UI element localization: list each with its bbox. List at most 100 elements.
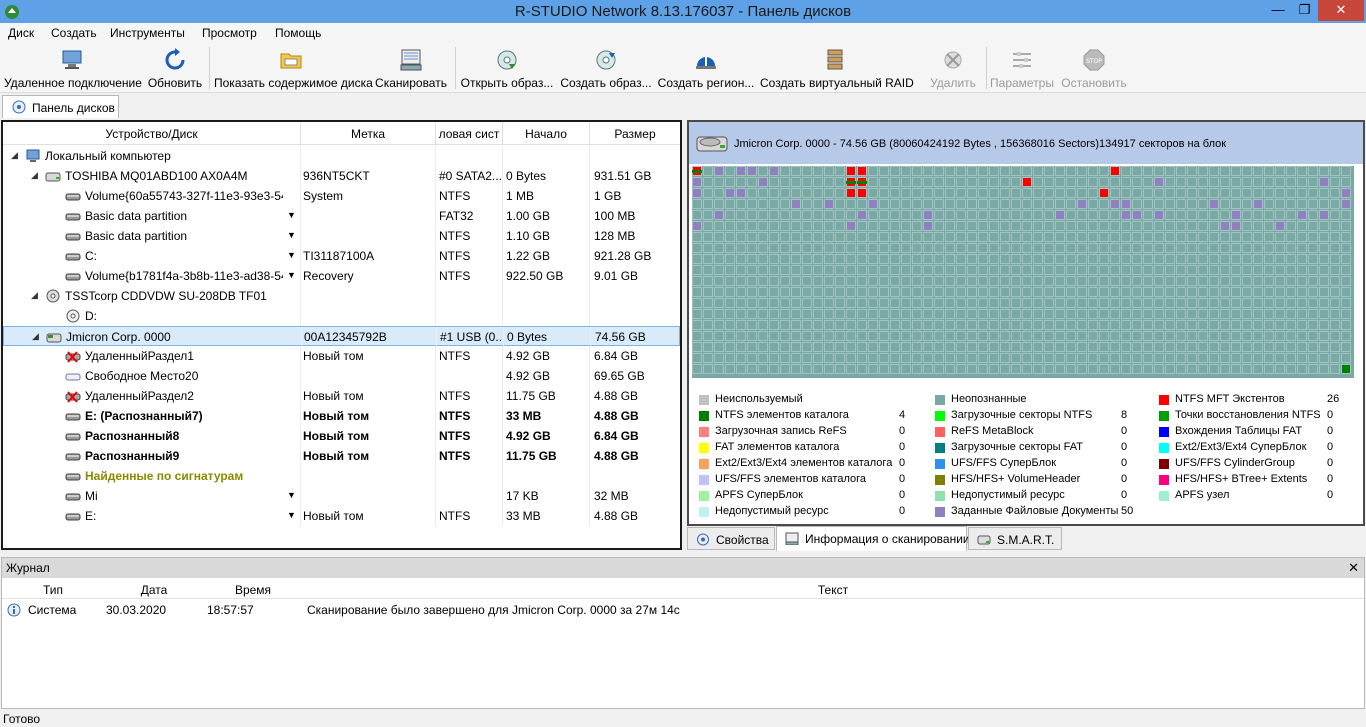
tab-disk-panel[interactable]: Панель дисков [2,95,119,118]
block-cell [912,353,922,363]
tab-properties[interactable]: Свойства [687,527,775,550]
refresh-button[interactable]: Обновить [144,43,206,93]
col-start[interactable]: Начало [503,127,589,141]
journal-col-type[interactable]: Тип [2,583,104,597]
collapse-arrow-icon[interactable]: ◢ [31,290,38,301]
tree-row[interactable]: Mi ▼ 17 KB 32 MB [3,486,680,506]
tree-row[interactable]: ◢ TSSTcorp CDDVDW SU-208DB TF01 [3,286,680,306]
tree-row[interactable]: Свободное Место20 4.92 GB 69.65 GB [3,366,680,386]
maximize-button[interactable]: ❐ [1291,0,1318,21]
dropdown-arrow-icon[interactable]: ▼ [287,490,296,500]
minimize-button[interactable]: — [1265,0,1291,21]
block-cell [1044,210,1054,220]
block-cell [769,320,779,330]
disk-block-map[interactable] [692,166,1354,378]
block-cell [846,353,856,363]
virtual-raid-button[interactable]: Создать виртуальный RAID [760,43,914,93]
disk-tree[interactable]: Устройство/Диск Метка ловая сист Начало … [1,120,682,550]
journal-col-text[interactable]: Текст [302,583,1364,597]
tree-row[interactable]: УдаленныйРаздел2 Новый том NTFS 11.75 GB 4.8… [3,386,680,406]
block-cell [703,199,713,209]
close-button[interactable]: ✕ [1318,0,1364,21]
menu-disk[interactable]: Диск [8,26,34,40]
col-label[interactable]: Метка [301,127,435,141]
dropdown-arrow-icon[interactable]: ▼ [287,250,296,260]
open-image-button[interactable]: Открыть образ... [460,43,554,93]
dropdown-arrow-icon[interactable]: ▼ [287,210,296,220]
legend-count: 8 [1121,409,1128,421]
tree-row[interactable]: УдаленныйРаздел1 Новый том NTFS 4.92 GB 6.84… [3,346,680,366]
tree-row[interactable]: ◢ TOSHIBA MQ01ABD100 AX0A4M 936NT5CKT #0 SA… [3,166,680,186]
menu-create[interactable]: Создать [51,26,97,40]
tree-row[interactable]: Basic data partition ▼ NTFS 1.10 GB 128 MB [3,226,680,246]
collapse-arrow-icon[interactable]: ◢ [11,150,18,161]
label-cell: Новый том [303,509,364,523]
remote-connect-button[interactable]: Удаленное подключение [4,43,142,93]
collapse-arrow-icon[interactable]: ◢ [32,331,39,342]
tree-row[interactable]: ◢ Локальный компьютер [3,146,680,166]
block-cell [1297,276,1307,286]
block-cell [758,210,768,220]
journal-col-date[interactable]: Дата [104,583,204,597]
tree-row[interactable]: Basic data partition ▼ FAT32 1.00 GB 100 MB [3,206,680,226]
block-cell [1308,320,1318,330]
tree-row[interactable]: E: ▼ Новый том NTFS 33 MB 4.88 GB [3,506,680,526]
block-cell [747,232,757,242]
legend-item: Неиспользуемый [699,392,919,408]
legend-item: HFS/HFS+ BTree+ Extents 0 [1159,472,1347,488]
block-cell [780,166,790,176]
create-image-button[interactable]: Создать образ... [558,43,654,93]
journal-row[interactable]: Система 30.03.2020 18:57:57 Сканирование… [2,600,1364,620]
block-cell [1143,188,1153,198]
tree-row[interactable]: Volume{b1781f4a-3b8b-11e3-ad38-54... ▼ Rec… [3,266,680,286]
block-cell [769,276,779,286]
col-divider [300,246,301,266]
block-cell [1264,243,1274,253]
tree-row[interactable]: ◢ Jmicron Corp. 0000 00A12345792B #1 USB (0… [3,326,680,347]
block-cell [857,243,867,253]
block-cell [725,298,735,308]
dropdown-arrow-icon[interactable]: ▼ [287,510,296,520]
stop-button[interactable]: STOP Остановить [1058,43,1130,93]
tab-scan-info[interactable]: Информация о сканировании [776,526,970,551]
block-cell [846,276,856,286]
create-region-button[interactable]: Создать регион... [656,43,756,93]
block-cell [1132,166,1142,176]
block-cell [1231,243,1241,253]
block-cell [868,199,878,209]
menu-tools[interactable]: Инструменты [110,26,185,40]
collapse-arrow-icon[interactable]: ◢ [31,170,38,181]
block-cell [912,166,922,176]
menu-view[interactable]: Просмотр [202,26,257,40]
block-cell [758,177,768,187]
block-cell [714,166,724,176]
block-cell [714,276,724,286]
tree-row[interactable]: Найденные по сигнатурам [3,466,680,486]
tree-row[interactable]: Распознанный9 Новый том NTFS 11.75 GB 4.88 G… [3,446,680,466]
tree-row[interactable]: E: (Распознанный7) Новый том NTFS 33 MB 4.88… [3,406,680,426]
block-cell [802,331,812,341]
menu-help[interactable]: Помощь [275,26,321,40]
tree-row[interactable]: Распознанный8 Новый том NTFS 4.92 GB 6.84 GB [3,426,680,446]
col-size[interactable]: Размер [590,127,680,141]
scan-button[interactable]: Сканировать [372,43,450,93]
delete-button[interactable]: Удалить [920,43,986,93]
col-device[interactable]: Устройство/Диск [3,127,300,141]
journal-close-icon[interactable]: ✕ [1348,560,1359,576]
dropdown-arrow-icon[interactable]: ▼ [287,270,296,280]
journal-col-time[interactable]: Время [204,583,302,597]
block-cell [1077,177,1087,187]
block-cell [1231,177,1241,187]
tree-row[interactable]: C: ▼ TI31187100A NTFS 1.22 GB 921.28 GB [3,246,680,266]
block-cell [1297,342,1307,352]
dropdown-arrow-icon[interactable]: ▼ [287,230,296,240]
settings-button[interactable]: Параметры [990,43,1054,93]
tree-row[interactable]: Volume{60a55743-327f-11e3-93e3-54... Syst… [3,186,680,206]
block-cell [835,232,845,242]
tab-smart[interactable]: S.M.A.R.T. [968,527,1062,550]
col-filesystem[interactable]: ловая сист [436,127,502,141]
show-files-button[interactable]: Показать содержимое диска [214,43,373,93]
block-cell [736,364,746,374]
tree-row[interactable]: D: [3,306,680,326]
block-cell [1110,265,1120,275]
